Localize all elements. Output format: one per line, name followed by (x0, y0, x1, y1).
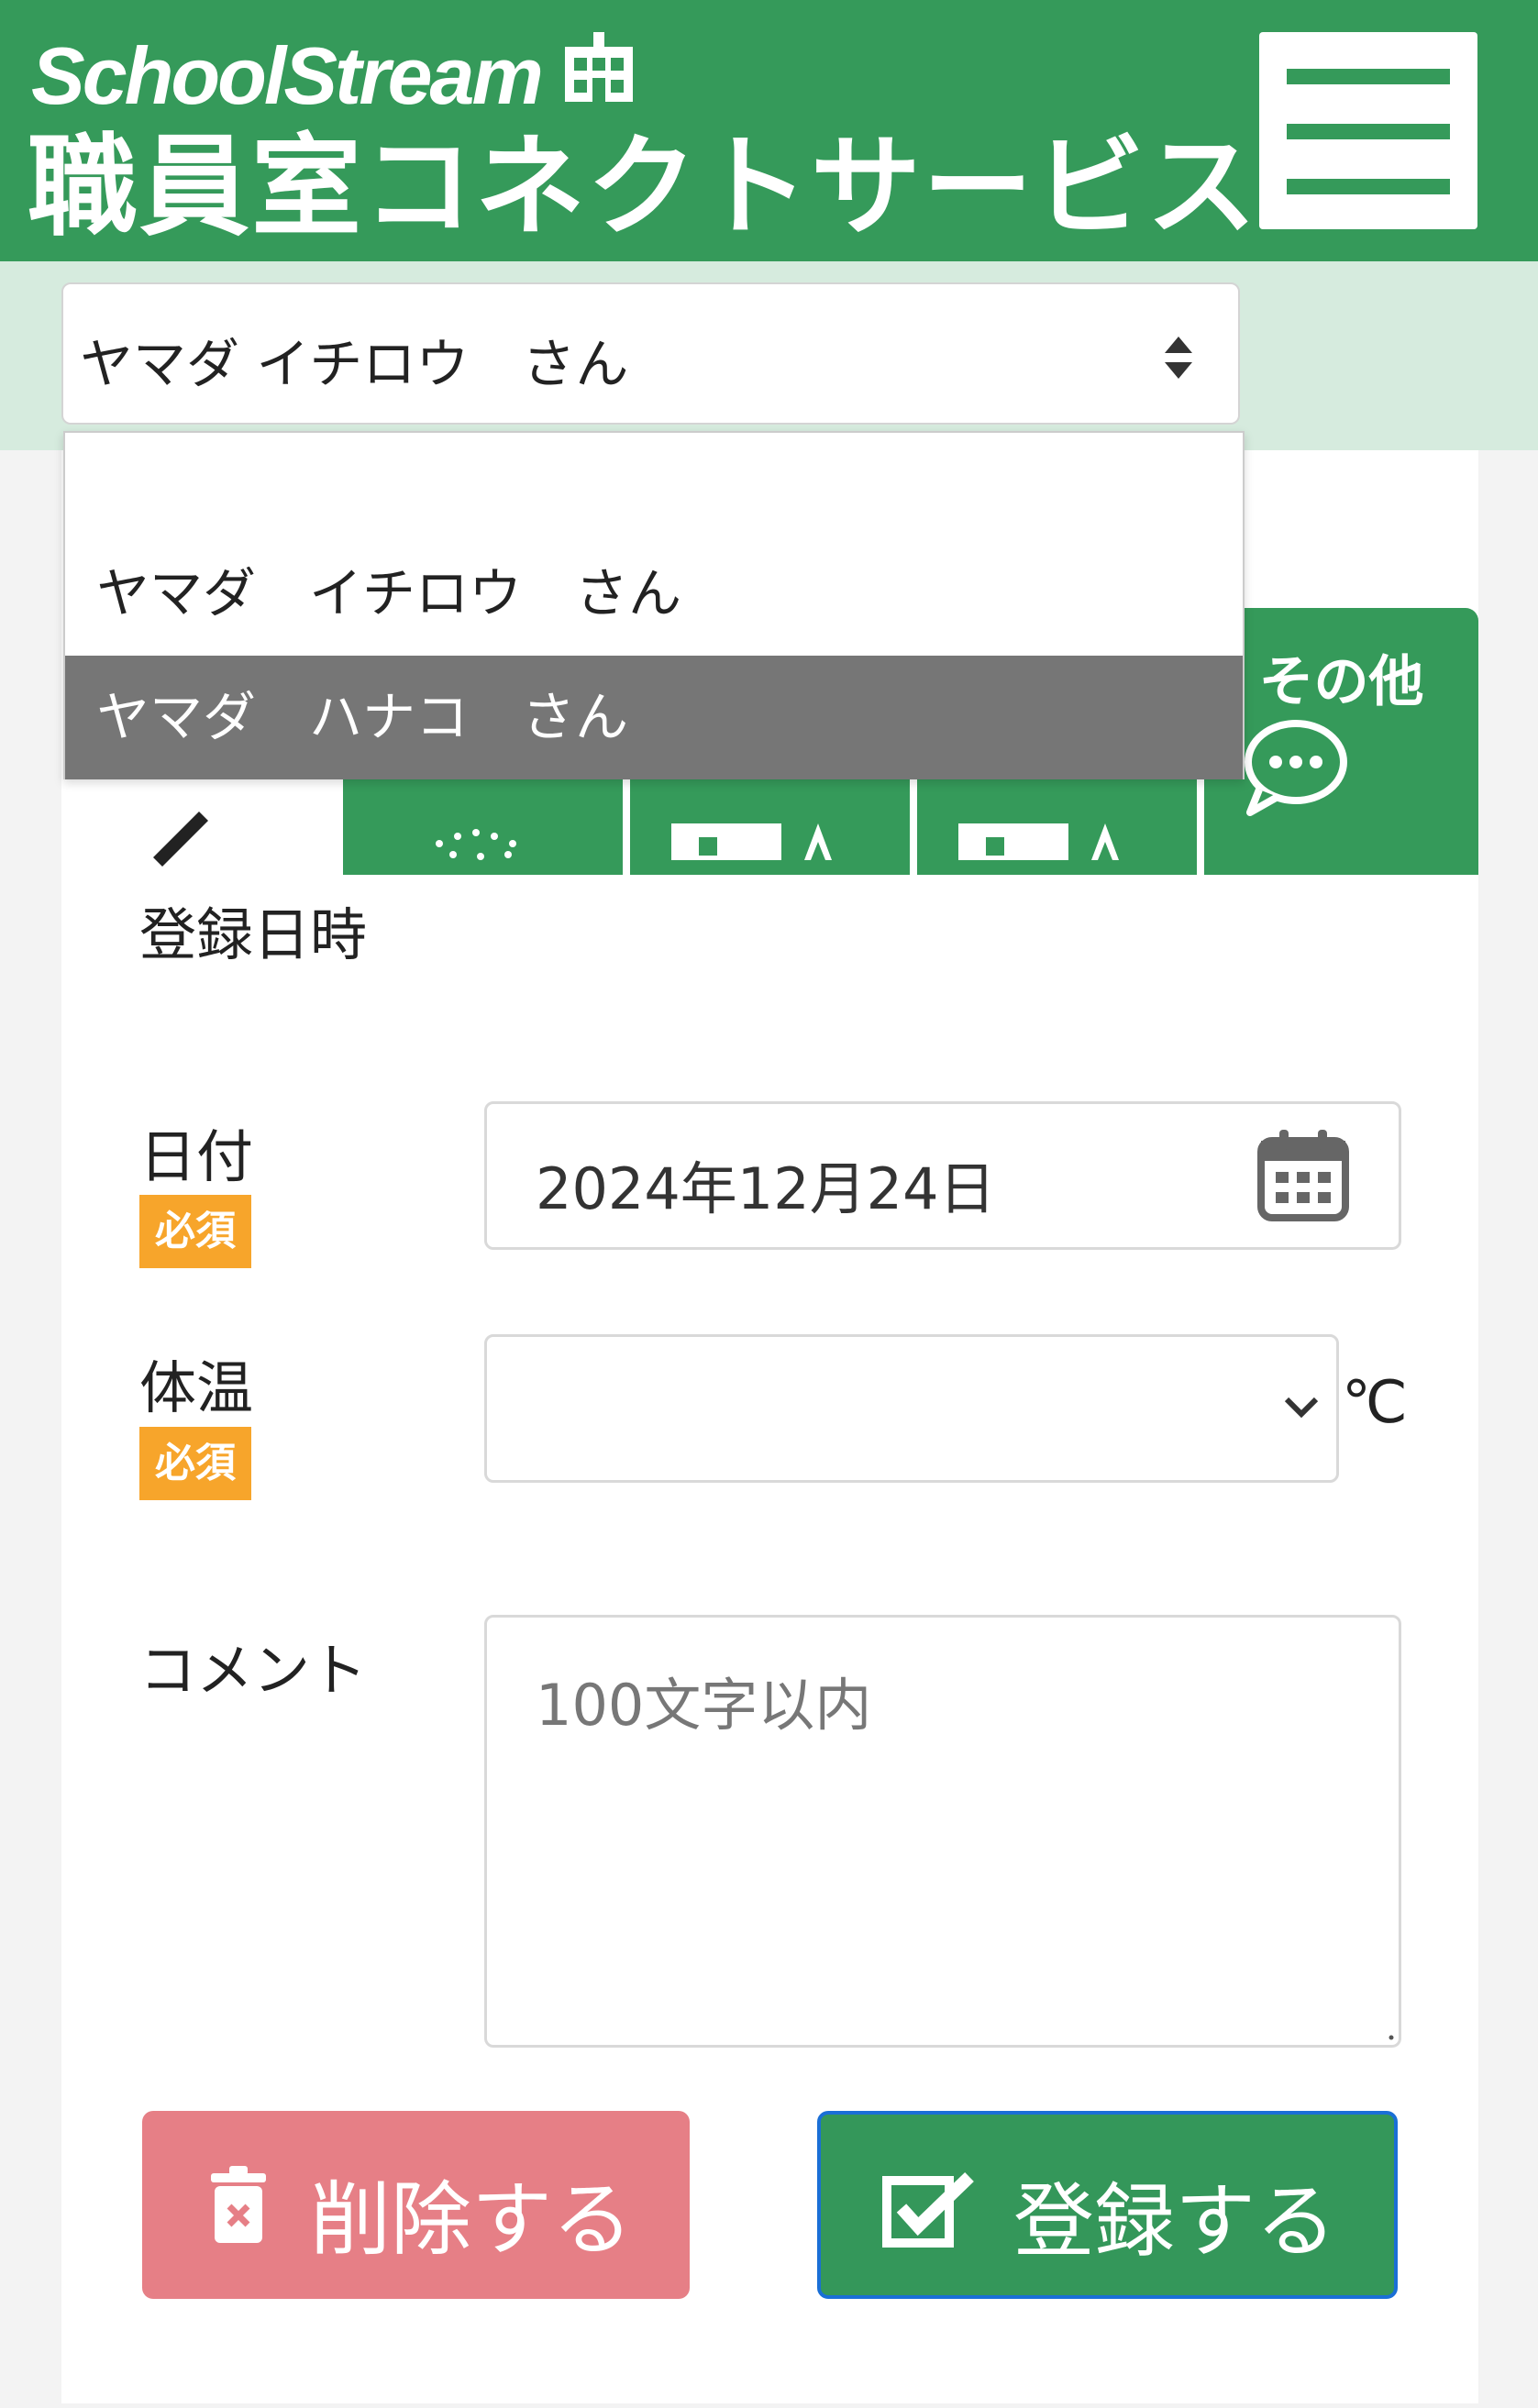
sparkle-icon (436, 829, 516, 860)
school-person-icon (958, 823, 1119, 860)
calendar-icon[interactable] (1256, 1128, 1351, 1223)
chevron-down-icon (1284, 1397, 1319, 1419)
dropdown-option[interactable]: ヤマダ イチロウ さん (65, 532, 1243, 656)
tab-other-label: その他 (1258, 650, 1424, 714)
tab-other[interactable]: その他 (1204, 608, 1478, 875)
comment-label: コメント (139, 1637, 368, 1704)
dropdown-option-highlighted[interactable]: ヤマダ ハナコ さん (65, 656, 1243, 779)
date-label: 日付 (139, 1123, 254, 1190)
child-select[interactable]: ヤマダ イチロウ さん (61, 282, 1240, 425)
comment-placeholder: 100文字以内 (536, 1672, 872, 1739)
app-header: SchoolStream 職員室コネクトサービス (0, 0, 1538, 261)
required-badge: 必須 (139, 1427, 251, 1500)
resize-handle-icon[interactable] (1382, 2028, 1395, 2041)
hamburger-bar (1287, 124, 1450, 139)
delete-button[interactable]: 削除する (142, 2111, 690, 2299)
school-building-icon (563, 26, 635, 127)
service-title: 職員室コネクトサービス (28, 124, 1258, 251)
chat-bubble-icon (1245, 720, 1347, 816)
child-dropdown-list: ヤマダ イチロウ さん ヤマダ ハナコ さん (63, 431, 1245, 779)
checkbox-icon (882, 2171, 974, 2248)
required-badge: 必須 (139, 1195, 251, 1268)
hamburger-menu-icon (1287, 69, 1450, 84)
date-value: 2024年12月24日 (536, 1155, 996, 1222)
register-button[interactable]: 登録する (817, 2111, 1398, 2299)
register-button-label: 登録する (1013, 2174, 1337, 2269)
thermometer-icon (153, 812, 208, 867)
temperature-label: 体温 (139, 1354, 254, 1421)
school-person-icon (671, 823, 832, 860)
comment-textarea[interactable]: 100文字以内 (484, 1615, 1401, 2048)
logo-text: SchoolStream (31, 30, 544, 121)
section-title: 登録日時 (139, 901, 368, 968)
date-field[interactable]: 2024年12月24日 (484, 1101, 1401, 1250)
hamburger-menu-button[interactable] (1259, 32, 1477, 229)
temperature-select[interactable] (484, 1334, 1339, 1483)
logo: SchoolStream (31, 26, 635, 127)
delete-button-label: 削除する (310, 2172, 634, 2267)
trash-icon (211, 2166, 266, 2243)
temperature-unit: ℃ (1342, 1369, 1408, 1437)
hamburger-bar (1287, 179, 1450, 194)
child-select-value: ヤマダ イチロウ さん (80, 333, 629, 395)
sort-arrows-icon (1165, 337, 1192, 379)
